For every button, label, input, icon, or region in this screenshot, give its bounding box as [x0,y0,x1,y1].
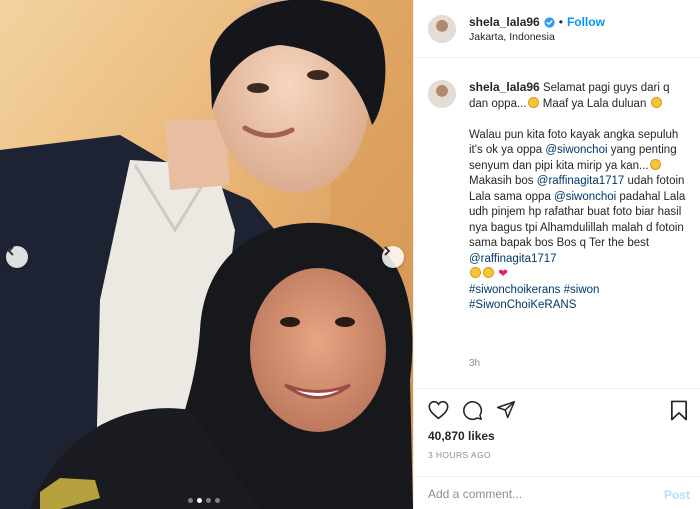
comment-box: Post [414,476,700,509]
chevron-right-icon [384,246,391,256]
verified-icon [544,16,555,28]
mention-link[interactable]: @raffinagita1717 [469,253,557,265]
share-icon [496,400,516,419]
hashtag-link[interactable]: #siwonchoikerans [469,284,560,296]
photo-illustration [0,0,413,509]
share-button[interactable] [495,399,517,421]
mention-link[interactable]: @siwonchoi [554,191,616,203]
post-timestamp: 3 HOURS AGO [428,450,491,460]
hashtag-link[interactable]: #siwon [564,284,600,296]
bookmark-icon [670,400,688,420]
smile-emoji-icon [527,96,539,108]
caption-age: 3h [469,358,481,369]
caption-text-part: Makasih bos [469,175,537,187]
mention-link[interactable]: @raffinagita1717 [537,175,625,187]
comment-button[interactable] [461,399,483,421]
grin-emoji-icon [649,158,661,170]
action-bar: 40,870 likes 3 HOURS AGO Post [414,388,700,509]
post-comment-button[interactable]: Post [664,488,690,502]
like-button[interactable] [427,399,449,421]
blush-emoji-icon [483,267,494,278]
mention-link[interactable]: @siwonchoi [545,144,607,156]
post-side-panel: shela_lala96 • Follow Jakarta, Indonesia… [413,0,700,509]
carousel-dot [188,498,193,503]
comment-input[interactable] [428,483,648,505]
carousel-dot [215,498,220,503]
carousel-next-button[interactable] [382,246,404,268]
comment-icon [462,400,482,420]
carousel-indicator [188,498,220,503]
carousel-dot [206,498,211,503]
avatar[interactable] [428,15,456,43]
caption-section: shela_lala96 Selamat pagi guys dari q da… [414,58,700,388]
separator-dot: • [558,15,563,29]
action-icons [427,399,517,421]
header-user: shela_lala96 • Follow [469,15,605,29]
save-button[interactable] [668,399,690,421]
carousel-dot [197,498,202,503]
caption-line-1b: Maaf ya Lala duluan [542,97,647,110]
location-link[interactable]: Jakarta, Indonesia [469,31,555,43]
smile-emoji-icon [470,267,481,278]
heart-emoji-icon: ❤ [498,268,508,280]
caption-avatar[interactable] [428,80,456,108]
likes-count[interactable]: 40,870 likes [428,429,495,443]
chevron-left-icon [7,246,14,256]
grin-emoji-icon [650,96,662,108]
post-header: shela_lala96 • Follow Jakarta, Indonesia [414,0,700,58]
caption-username-link[interactable]: shela_lala96 [469,80,540,94]
hashtag-link[interactable]: #SiwonChoiKeRANS [469,299,576,311]
username-link[interactable]: shela_lala96 [469,15,540,29]
caption-text: shela_lala96 Selamat pagi guys dari q da… [469,80,691,314]
carousel-prev-button[interactable] [6,246,28,268]
heart-icon [428,400,448,420]
follow-button[interactable]: Follow [567,15,605,29]
post-photo[interactable] [0,0,413,509]
